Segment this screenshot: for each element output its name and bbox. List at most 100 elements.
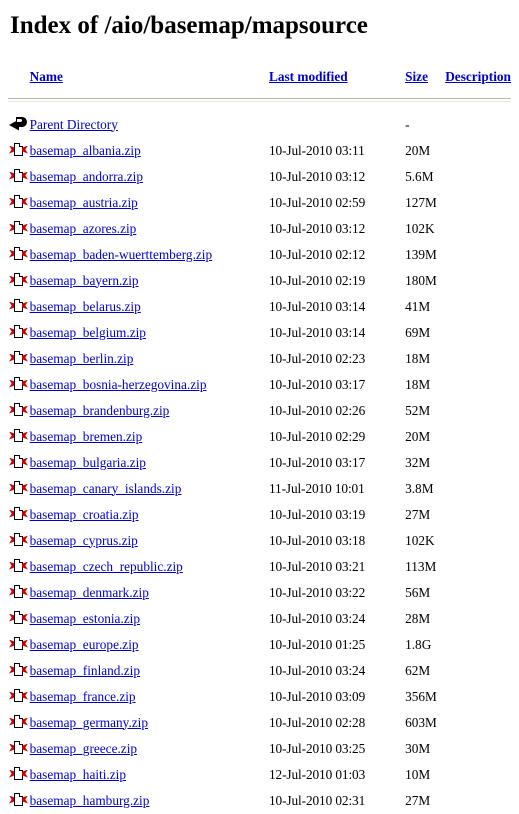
sort-by-name-link[interactable]: Name [30,69,63,84]
column-header-description[interactable]: Description [445,62,511,96]
table-row[interactable]: basemap_bayern.zip 10-Jul-2010 02:19 180M [8,268,511,294]
row-name-cell[interactable]: basemap_czech_republic.zip [30,554,269,580]
file-link[interactable]: basemap_greece.zip [30,741,137,756]
row-description-cell [445,346,511,372]
file-link[interactable]: basemap_belgium.zip [30,325,146,340]
row-name-cell[interactable]: basemap_finland.zip [30,658,269,684]
table-row[interactable]: basemap_cyprus.zip 10-Jul-2010 03:18 102K [8,528,511,554]
column-header-size[interactable]: Size [405,62,445,96]
file-link[interactable]: basemap_bosnia-herzegovina.zip [30,377,207,392]
row-name-cell[interactable]: basemap_canary_islands.zip [30,476,269,502]
table-row[interactable]: basemap_andorra.zip 10-Jul-2010 03:12 5.6M [8,164,511,190]
row-name-cell[interactable]: basemap_croatia.zip [30,502,269,528]
sort-by-size-link[interactable]: Size [405,69,428,84]
table-row[interactable]: basemap_brandenburg.zip 10-Jul-2010 02:26… [8,398,511,424]
file-link[interactable]: basemap_finland.zip [30,663,140,678]
table-row[interactable]: basemap_azores.zip 10-Jul-2010 03:12 102K [8,216,511,242]
file-link[interactable]: basemap_belarus.zip [30,299,141,314]
table-row[interactable]: basemap_greece.zip 10-Jul-2010 03:25 30M [8,736,511,762]
row-name-cell[interactable]: basemap_bulgaria.zip [30,450,269,476]
row-name-cell[interactable]: basemap_greece.zip [30,736,269,762]
row-name-cell[interactable]: basemap_belarus.zip [30,294,269,320]
table-row[interactable]: basemap_bulgaria.zip 10-Jul-2010 03:17 32M [8,450,511,476]
table-row[interactable]: basemap_estonia.zip 10-Jul-2010 03:24 28M [8,606,511,632]
file-link[interactable]: basemap_croatia.zip [30,507,139,522]
file-link[interactable]: basemap_haiti.zip [30,767,126,782]
file-link[interactable]: basemap_baden-wuerttemberg.zip [30,247,213,262]
row-description-cell [445,476,511,502]
file-link[interactable]: basemap_cyprus.zip [30,533,138,548]
row-description-cell [445,398,511,424]
row-size-cell: 603M [405,714,437,730]
file-link[interactable]: basemap_denmark.zip [30,585,149,600]
table-row[interactable]: basemap_belgium.zip 10-Jul-2010 03:14 69M [8,320,511,346]
file-link[interactable]: basemap_austria.zip [30,195,138,210]
compressed-icon-sheet [14,402,23,416]
file-link[interactable]: basemap_france.zip [30,689,136,704]
file-link[interactable]: basemap_bulgaria.zip [30,455,146,470]
row-size-cell: 52M [405,402,431,418]
row-name-cell[interactable]: Parent Directory [30,112,269,138]
table-row[interactable]: basemap_germany.zip 10-Jul-2010 02:28 603M [8,710,511,736]
table-row[interactable]: basemap_croatia.zip 10-Jul-2010 03:19 27M [8,502,511,528]
row-name-cell[interactable]: basemap_bosnia-herzegovina.zip [30,372,269,398]
row-name-cell[interactable]: basemap_belgium.zip [30,320,269,346]
row-name-cell[interactable]: basemap_baden-wuerttemberg.zip [30,242,269,268]
compressed-icon [8,556,28,578]
table-row-parent-directory[interactable]: Parent Directory - [8,112,511,138]
table-row[interactable]: basemap_bremen.zip 10-Jul-2010 02:29 20M [8,424,511,450]
table-row[interactable]: basemap_canary_islands.zip 11-Jul-2010 10… [8,476,511,502]
sort-by-description-link[interactable]: Description [445,69,511,84]
row-name-cell[interactable]: basemap_austria.zip [30,190,269,216]
file-link[interactable]: basemap_bremen.zip [30,429,143,444]
row-name-cell[interactable]: basemap_brandenburg.zip [30,398,269,424]
row-name-cell[interactable]: basemap_andorra.zip [30,164,269,190]
file-link[interactable]: basemap_azores.zip [30,221,137,236]
file-link[interactable]: basemap_brandenburg.zip [30,403,170,418]
table-row[interactable]: basemap_bosnia-herzegovina.zip 10-Jul-201… [8,372,511,398]
compressed-icon [8,400,28,422]
table-row[interactable]: basemap_hamburg.zip 10-Jul-2010 02:31 27M [8,788,511,814]
row-name-cell[interactable]: basemap_haiti.zip [30,762,269,788]
file-link[interactable]: basemap_albania.zip [30,143,141,158]
column-header-name[interactable]: Name [30,62,269,96]
file-link[interactable]: basemap_andorra.zip [30,169,143,184]
file-link[interactable]: basemap_hamburg.zip [30,793,150,808]
file-link[interactable]: basemap_berlin.zip [30,351,134,366]
compressed-icon-sheet [14,350,23,364]
table-row[interactable]: basemap_europe.zip 10-Jul-2010 01:25 1.8G [8,632,511,658]
file-link[interactable]: basemap_czech_republic.zip [30,559,183,574]
row-name-cell[interactable]: basemap_france.zip [30,684,269,710]
table-row[interactable]: basemap_haiti.zip 12-Jul-2010 01:03 10M [8,762,511,788]
row-name-cell[interactable]: basemap_europe.zip [30,632,269,658]
file-link[interactable]: basemap_germany.zip [30,715,148,730]
row-icon-cell [8,164,30,190]
table-row[interactable]: basemap_belarus.zip 10-Jul-2010 03:14 41M [8,294,511,320]
table-row[interactable]: basemap_austria.zip 10-Jul-2010 02:59 127M [8,190,511,216]
table-row[interactable]: basemap_albania.zip 10-Jul-2010 03:11 20M [8,138,511,164]
row-name-cell[interactable]: basemap_azores.zip [30,216,269,242]
row-name-cell[interactable]: basemap_cyprus.zip [30,528,269,554]
table-row[interactable]: basemap_france.zip 10-Jul-2010 03:09 356M [8,684,511,710]
row-name-cell[interactable]: basemap_germany.zip [30,710,269,736]
row-name-cell[interactable]: basemap_bremen.zip [30,424,269,450]
table-row[interactable]: basemap_czech_republic.zip 10-Jul-2010 03… [8,554,511,580]
file-link[interactable]: basemap_canary_islands.zip [30,481,182,496]
row-name-cell[interactable]: basemap_estonia.zip [30,606,269,632]
row-name-cell[interactable]: basemap_berlin.zip [30,346,269,372]
row-name-cell[interactable]: basemap_hamburg.zip [30,788,269,814]
sort-by-last-modified-link[interactable]: Last modified [269,69,348,84]
row-name-cell[interactable]: basemap_bayern.zip [30,268,269,294]
file-link[interactable]: basemap_estonia.zip [30,611,140,626]
row-icon-cell [8,242,30,268]
file-link[interactable]: basemap_bayern.zip [30,273,139,288]
column-header-last-modified[interactable]: Last modified [269,62,405,96]
row-name-cell[interactable]: basemap_albania.zip [30,138,269,164]
table-row[interactable]: basemap_baden-wuerttemberg.zip 10-Jul-201… [8,242,511,268]
row-name-cell[interactable]: basemap_denmark.zip [30,580,269,606]
file-link[interactable]: basemap_europe.zip [30,637,139,652]
table-row[interactable]: basemap_denmark.zip 10-Jul-2010 03:22 56M [8,580,511,606]
parent-directory-link[interactable]: Parent Directory [30,117,118,132]
table-row[interactable]: basemap_berlin.zip 10-Jul-2010 02:23 18M [8,346,511,372]
table-row[interactable]: basemap_finland.zip 10-Jul-2010 03:24 62M [8,658,511,684]
